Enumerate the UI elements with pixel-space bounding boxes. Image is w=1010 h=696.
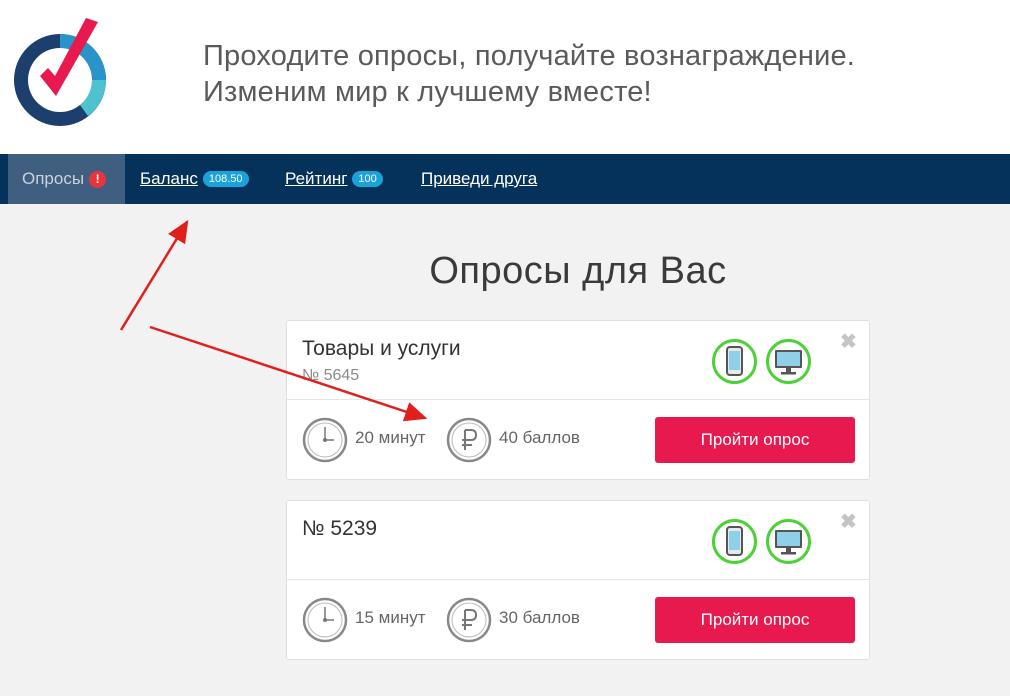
- nav-surveys[interactable]: Опросы!: [8, 154, 125, 204]
- desktop-icon: [766, 519, 811, 564]
- tagline: Проходите опросы, получайте вознагражден…: [203, 38, 855, 110]
- close-icon[interactable]: ✖: [840, 329, 857, 354]
- survey-card: Товары и услуги № 5645 ✖ 20 минут 40 бал…: [286, 320, 870, 480]
- survey-title: Товары и услуги: [302, 337, 461, 360]
- take-survey-button[interactable]: Пройти опрос: [655, 597, 855, 643]
- expert-opinion-logo[interactable]: [10, 18, 114, 130]
- nav-balance[interactable]: Баланс 108.50: [140, 154, 249, 204]
- arrow-to-balance: [119, 219, 189, 331]
- nav-balance-label: Баланс: [140, 169, 198, 188]
- desktop-icon: [766, 339, 811, 384]
- rating-badge: 100: [352, 171, 383, 187]
- take-survey-button[interactable]: Пройти опрос: [655, 417, 855, 463]
- survey-number: № 5645: [302, 367, 360, 384]
- ruble-icon: [446, 417, 492, 463]
- survey-title: № 5239: [302, 517, 378, 540]
- survey-reward: 40 баллов: [499, 428, 580, 447]
- tagline-line-1: Проходите опросы, получайте вознагражден…: [203, 40, 856, 72]
- survey-card: № 5239 ✖ 15 минут 30 баллов Пройти опрос: [286, 500, 870, 660]
- main-navigation: Опросы! Баланс 108.50 Рейтинг 100 Приведи …: [0, 154, 1010, 204]
- alert-icon: !: [89, 171, 107, 188]
- close-icon[interactable]: ✖: [840, 509, 857, 534]
- header: Проходите опросы, получайте вознагражден…: [0, 0, 1010, 154]
- survey-duration: 20 минут: [355, 428, 426, 447]
- survey-card-header: № 5239 ✖: [287, 501, 869, 580]
- tagline-line-2: Изменим мир к лучшему вместе!: [203, 76, 652, 108]
- survey-duration: 15 минут: [355, 608, 426, 627]
- ruble-icon: [446, 597, 492, 643]
- phone-icon: [712, 519, 757, 564]
- phone-icon: [712, 339, 757, 384]
- survey-reward: 30 баллов: [499, 608, 580, 627]
- survey-card-header: Товары и услуги № 5645 ✖: [287, 321, 869, 400]
- clock-icon: [302, 417, 348, 463]
- page-title: Опросы для Вас: [429, 250, 727, 292]
- nav-rating-label: Рейтинг: [285, 169, 348, 188]
- nav-surveys-label: Опросы: [22, 169, 85, 188]
- clock-icon: [302, 597, 348, 643]
- checkmark-logo-icon: [14, 18, 106, 126]
- nav-invite-friend[interactable]: Приведи друга: [421, 154, 537, 204]
- balance-badge: 108.50: [202, 171, 249, 187]
- nav-rating[interactable]: Рейтинг 100: [285, 154, 383, 204]
